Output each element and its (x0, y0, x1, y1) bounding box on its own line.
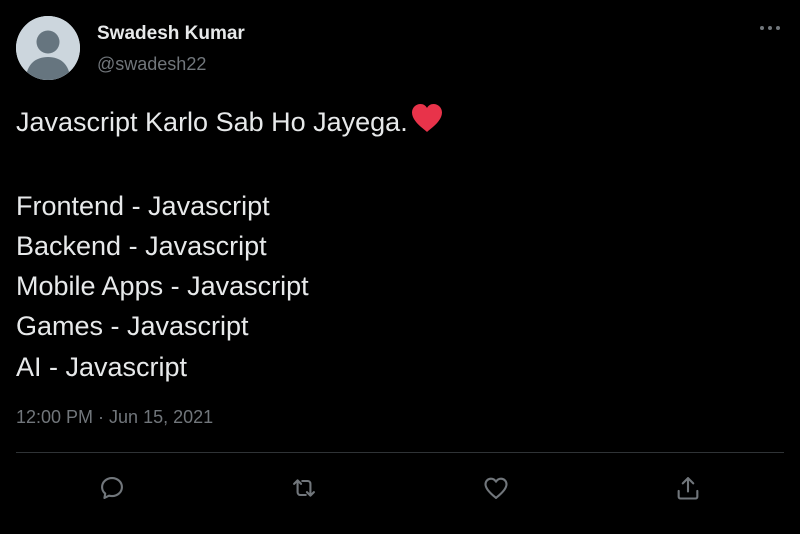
tweet-author: Swadesh Kumar @swadesh22 (97, 22, 245, 76)
tweet-line: AI - Javascript (16, 351, 188, 382)
tweet-timestamp[interactable]: 12:00 PM · Jun 15, 2021 (16, 405, 213, 429)
more-horizontal-icon (760, 26, 780, 30)
heart-outline-icon (484, 477, 508, 499)
tweet-actions (0, 468, 800, 508)
like-button[interactable] (476, 468, 516, 508)
avatar[interactable] (16, 16, 80, 80)
heart-emoji-icon (409, 102, 445, 145)
tweet-line: Mobile Apps - Javascript (16, 271, 309, 302)
reply-button[interactable] (92, 468, 132, 508)
tweet-line: Frontend - Javascript (16, 190, 270, 221)
tweet-line: Games - Javascript (16, 311, 249, 342)
retweet-button[interactable] (284, 468, 324, 508)
divider (16, 452, 784, 453)
tweet-line: Backend - Javascript (16, 230, 267, 261)
tweet-text: Javascript Karlo Sab Ho Jayega. Frontend… (16, 102, 776, 387)
tweet-line: Javascript Karlo Sab Ho Jayega. (16, 102, 776, 145)
share-icon (677, 477, 699, 500)
author-display-name[interactable]: Swadesh Kumar (97, 22, 245, 46)
more-options-button[interactable] (758, 18, 782, 38)
share-button[interactable] (668, 468, 708, 508)
reply-icon (101, 477, 123, 499)
tweet: Swadesh Kumar @swadesh22 Javascript Karl… (0, 0, 800, 534)
retweet-icon (293, 479, 315, 497)
default-avatar-icon (16, 16, 80, 80)
author-handle[interactable]: @swadesh22 (97, 52, 245, 76)
